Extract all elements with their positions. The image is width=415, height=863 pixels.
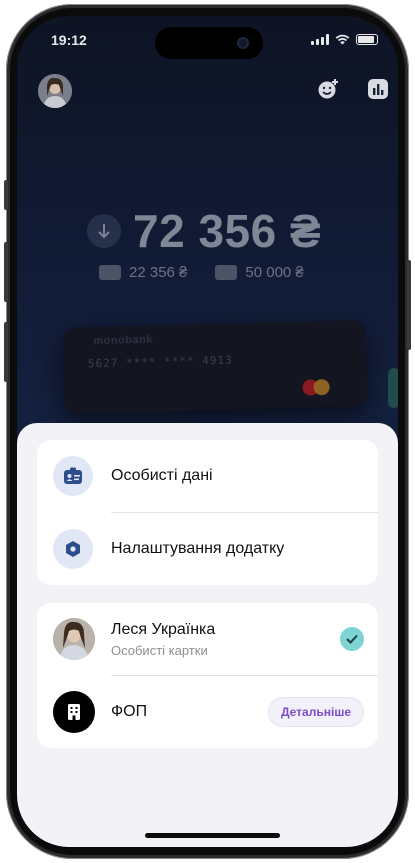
arrow-down-icon[interactable] — [87, 214, 121, 248]
account-sheet: Особисті дані Налаштування додатку Леся … — [17, 423, 398, 847]
card-brand: monobank — [93, 333, 154, 348]
details-button[interactable]: Детальніше — [267, 697, 364, 727]
emoji-add-icon[interactable] — [317, 78, 339, 100]
next-card-peek[interactable] — [388, 368, 398, 408]
id-badge-icon — [53, 456, 93, 496]
phone-screen: 19:12 72 356 ₴ 22 356 ₴ 50 000 ₴ monoban… — [17, 16, 398, 847]
account-item-fop[interactable]: ФОП Детальніше — [37, 676, 378, 748]
balance-amount: 72 356 ₴ — [133, 205, 322, 257]
menu-label-app-settings: Налаштування додатку — [111, 540, 285, 557]
accounts-group: Леся Українка Особисті картки ФОП Деталь… — [37, 603, 378, 748]
menu-label-personal-data: Особисті дані — [111, 467, 213, 484]
wallet-icon — [99, 265, 121, 280]
account-name: Леся Українка — [111, 621, 216, 638]
settings-group: Особисті дані Налаштування додатку — [37, 440, 378, 585]
account-subtitle: Особисті картки — [111, 643, 208, 658]
checkmark-icon — [340, 627, 364, 651]
card-number: 5627 **** **** 4913 — [87, 353, 233, 371]
credit-card-icon — [215, 265, 238, 280]
account-avatar — [53, 618, 95, 660]
fop-label: ФОП — [111, 703, 148, 720]
signal-icon — [311, 34, 329, 45]
credit-limit: 50 000 ₴ — [215, 264, 304, 281]
battery-icon — [356, 34, 378, 45]
settings-gear-icon — [53, 529, 93, 569]
volume-down-button — [4, 322, 8, 382]
building-icon — [53, 691, 95, 733]
silent-switch — [4, 180, 8, 210]
credit-limit-amount: 50 000 ₴ — [245, 264, 304, 281]
own-funds: 22 356 ₴ — [99, 264, 187, 281]
balance-breakdown: 22 356 ₴ 50 000 ₴ — [99, 264, 304, 281]
menu-item-personal-data[interactable]: Особисті дані — [37, 440, 378, 512]
menu-item-app-settings[interactable]: Налаштування додатку — [37, 513, 378, 585]
status-time: 19:12 — [51, 32, 87, 48]
status-bar: 19:12 — [17, 16, 398, 60]
status-icons — [311, 34, 378, 45]
wifi-icon — [335, 34, 350, 45]
balance-row[interactable]: 72 356 ₴ — [87, 204, 321, 258]
mastercard-icon — [302, 379, 332, 396]
bank-card[interactable]: monobank 5627 **** **** 4913 — [62, 320, 368, 414]
camera-icon — [237, 37, 249, 49]
own-funds-amount: 22 356 ₴ — [129, 264, 188, 281]
power-button — [407, 260, 411, 350]
account-item-personal[interactable]: Леся Українка Особисті картки — [37, 603, 378, 675]
profile-avatar[interactable] — [38, 74, 72, 108]
volume-up-button — [4, 242, 8, 302]
dynamic-island — [155, 27, 263, 59]
analytics-icon[interactable] — [367, 78, 389, 100]
home-indicator[interactable] — [145, 833, 280, 838]
